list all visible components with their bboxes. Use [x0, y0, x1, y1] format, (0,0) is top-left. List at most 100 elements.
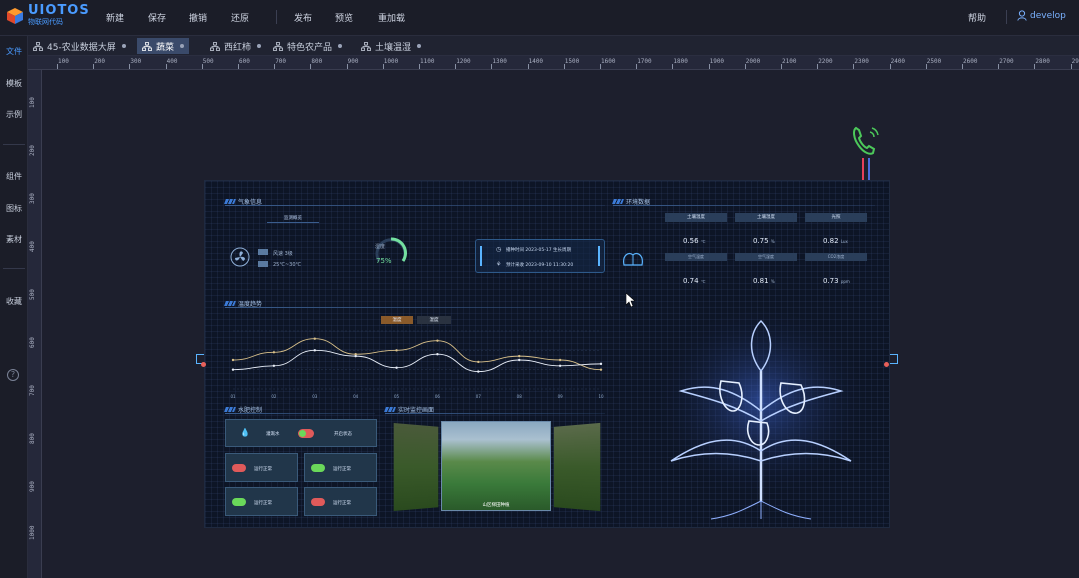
ruler-tick: [563, 64, 565, 69]
tab-soil-temp-humidity[interactable]: 土壤温湿: [356, 38, 426, 54]
series-line-1[interactable]: [232, 349, 602, 373]
toggle-switch-icon[interactable]: [311, 498, 325, 506]
sidebar-item-file[interactable]: 文件: [0, 46, 28, 57]
ruler-tick: [817, 64, 819, 69]
ruler-tick: [346, 64, 348, 69]
vertical-ruler[interactable]: 100 200 300 400 500 600 700 800 900 1000: [28, 70, 42, 578]
trend-line-chart[interactable]: 01 02 03 04 05 06 07 08 09 10: [225, 327, 609, 399]
ruler-tick-label: 1900: [709, 58, 725, 65]
ruler-tick-label: 100: [58, 58, 69, 65]
x-tick-label: 08: [517, 394, 523, 399]
data-point[interactable]: [231, 368, 235, 371]
data-point[interactable]: [272, 351, 276, 354]
app-logo: UIOTOS 物联网代码: [6, 4, 90, 27]
undo-button[interactable]: 撤销: [189, 11, 207, 24]
phone-icon[interactable]: [850, 124, 882, 158]
data-point[interactable]: [518, 358, 521, 362]
device-card[interactable]: 运行正常: [304, 487, 377, 516]
sidebar-item-icon[interactable]: 图标: [0, 203, 28, 214]
tab-tomato[interactable]: 西红柿: [205, 38, 266, 54]
preview-button[interactable]: 预览: [335, 11, 353, 24]
data-point[interactable]: [558, 364, 562, 367]
harvest-time: 预计采收 2023-09-10 11:30:20: [506, 263, 574, 268]
data-point[interactable]: [599, 368, 603, 371]
sidebar-item-material[interactable]: 素材: [0, 234, 28, 245]
env-bar: 空气湿度: [735, 253, 797, 261]
dashboard-screen[interactable]: 气象信息 监测概览 风速 3级 25℃~30℃ 湿度 75% ◷ ⚘ 播种时间 …: [204, 180, 890, 528]
legend-temperature[interactable]: 温度: [381, 316, 413, 324]
device-card[interactable]: 运行正常: [225, 453, 298, 482]
sowing-time: 播种时间 2023-05-17 生长周期: [506, 248, 572, 253]
device-card[interactable]: 运行正常: [304, 453, 377, 482]
data-point[interactable]: [313, 337, 316, 340]
ruler-tick-label: 2600: [963, 58, 978, 65]
toggle-switch-icon[interactable]: [232, 498, 246, 506]
ruler-tick: [419, 64, 420, 69]
x-tick-label: 05: [394, 394, 400, 399]
data-point[interactable]: [231, 358, 235, 362]
ruler-tick: [382, 64, 384, 69]
resize-handle-right[interactable]: [890, 354, 898, 364]
monitor-photo-left[interactable]: [393, 423, 439, 511]
ruler-tick-label: 1700: [637, 58, 652, 65]
weather-tab[interactable]: 监测概览: [267, 215, 319, 223]
ruler-tick-label: 1100: [420, 58, 435, 65]
data-point[interactable]: [477, 360, 480, 364]
ruler-tick: [129, 64, 131, 69]
data-point[interactable]: [436, 339, 439, 342]
toggle-switch-icon[interactable]: [298, 429, 314, 438]
top-toolbar: UIOTOS 物联网代码 新建 保存 撤销 还原 发布 预览 重加载 帮助 de…: [0, 0, 1079, 36]
device-card-main[interactable]: 💧 灌溉水 开启状态: [225, 419, 377, 447]
data-point[interactable]: [313, 349, 316, 352]
tab-label: 特色农产品: [287, 42, 333, 53]
legend-humidity[interactable]: 湿度: [417, 316, 451, 324]
redo-button[interactable]: 还原: [231, 11, 249, 24]
user-menu[interactable]: develop: [1017, 10, 1066, 21]
help-button[interactable]: 帮助: [968, 11, 986, 24]
new-button[interactable]: 新建: [106, 11, 124, 24]
ruler-tick: [201, 64, 203, 69]
tab-agri-screen[interactable]: 45-农业数据大屏: [28, 38, 131, 54]
series-line-0[interactable]: [232, 338, 602, 371]
env-bar: 空气温度: [665, 253, 727, 261]
tab-close-dot[interactable]: [417, 44, 422, 48]
ruler-tick: [962, 64, 963, 69]
tab-close-dot[interactable]: [338, 44, 343, 48]
tab-close-dot[interactable]: [121, 44, 126, 48]
x-tick-label: 01: [230, 394, 236, 399]
sitemap-icon: [33, 41, 43, 51]
sitemap-icon: [361, 41, 371, 51]
sidebar-item-component[interactable]: 组件: [0, 171, 28, 182]
ruler-tick: [274, 64, 276, 69]
data-point[interactable]: [558, 358, 562, 362]
sidebar-item-favorite[interactable]: 收藏: [0, 296, 28, 307]
data-point[interactable]: [599, 362, 603, 366]
data-point[interactable]: [436, 353, 439, 356]
horizontal-ruler[interactable]: 100 200 300 400 500 600 700 800 900 1000 1100 1200 1…: [28, 56, 1079, 70]
publish-button[interactable]: 发布: [294, 11, 312, 24]
save-button[interactable]: 保存: [148, 11, 166, 24]
ruler-tick-label: 2300: [854, 58, 869, 65]
question-icon[interactable]: ?: [7, 369, 19, 381]
resize-dot[interactable]: [884, 362, 889, 367]
tab-close-dot[interactable]: [257, 44, 262, 48]
resize-dot[interactable]: [201, 362, 206, 367]
tab-specialty-produce[interactable]: 特色农产品: [268, 38, 347, 54]
toggle-switch-icon[interactable]: [232, 464, 246, 472]
data-point[interactable]: [354, 354, 357, 358]
device-card[interactable]: 运行正常: [225, 487, 298, 516]
tab-vegetable[interactable]: 蔬菜: [137, 38, 190, 54]
reload-button[interactable]: 重加载: [378, 11, 405, 24]
sidebar-item-example[interactable]: 示例: [0, 109, 28, 120]
data-point[interactable]: [395, 366, 398, 369]
monitor-photo-right[interactable]: [553, 422, 601, 512]
data-point[interactable]: [272, 364, 276, 367]
data-point[interactable]: [395, 349, 398, 352]
x-tick-label: 02: [271, 394, 277, 399]
sidebar-item-template[interactable]: 模板: [0, 78, 28, 89]
monitor-photo-main[interactable]: 山区梯田种植: [441, 421, 551, 511]
data-point[interactable]: [518, 354, 521, 358]
data-point[interactable]: [477, 370, 480, 373]
toggle-switch-icon[interactable]: [311, 464, 325, 472]
tab-close-dot[interactable]: [180, 44, 185, 48]
